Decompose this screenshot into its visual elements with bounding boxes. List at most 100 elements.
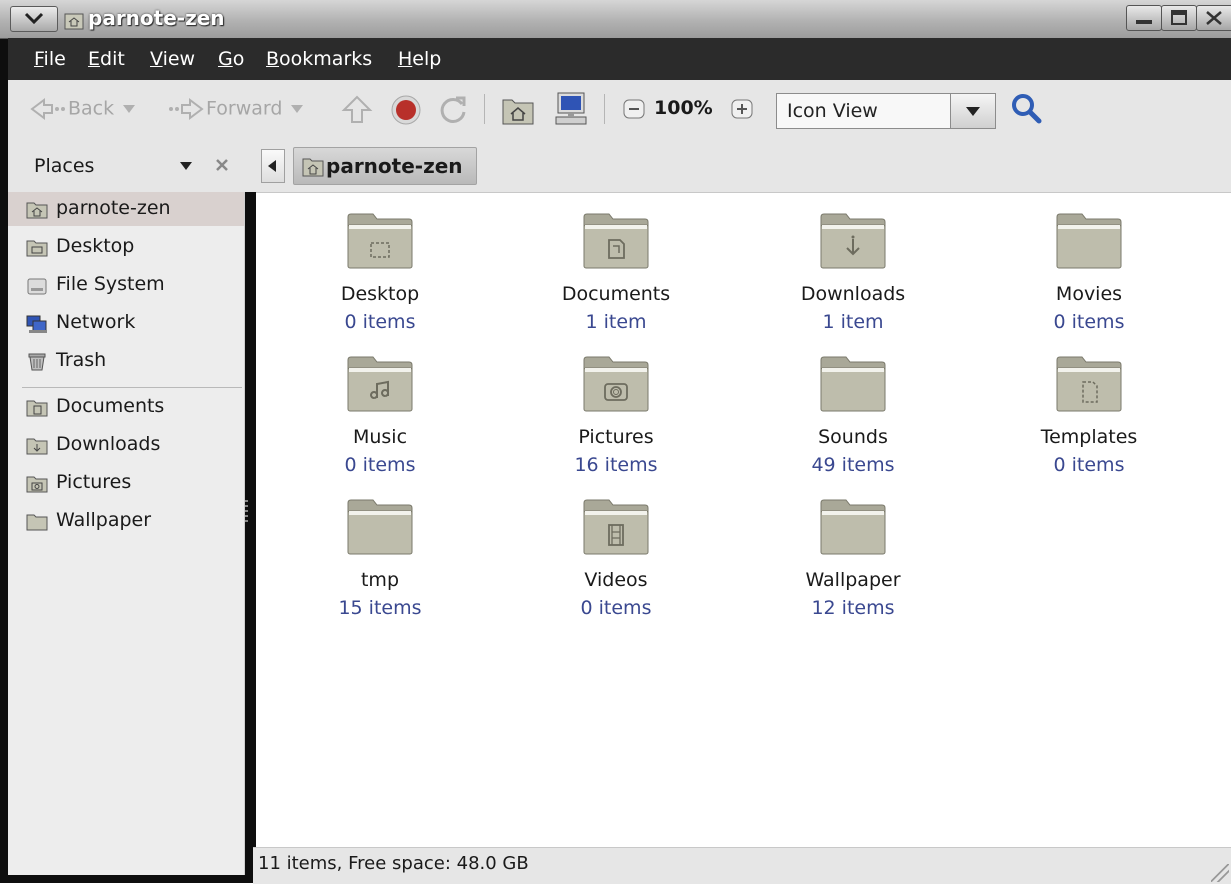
home-folder-icon	[26, 202, 48, 219]
sidebar-item-documents[interactable]: Documents	[8, 390, 244, 424]
search-icon	[1012, 94, 1042, 124]
sidebar-type-dropdown-icon[interactable]	[178, 160, 194, 172]
folder-item-videos[interactable]: Videos 0 items	[516, 479, 716, 619]
folder-item-documents[interactable]: Documents 1 item	[516, 193, 716, 333]
back-button[interactable]: Back	[28, 96, 138, 126]
close-button[interactable]	[1196, 5, 1231, 31]
folder-item-templates[interactable]: Templates 0 items	[989, 336, 1189, 476]
folder-item-count: 0 items	[1053, 311, 1125, 333]
reload-icon	[440, 96, 466, 123]
folder-icon	[583, 356, 649, 412]
folder-icon	[26, 514, 48, 531]
folder-item-count: 0 items	[580, 597, 652, 619]
trash-icon	[28, 353, 46, 371]
path-button-current[interactable]: parnote-zen	[293, 147, 477, 185]
menu-edit[interactable]: Edit	[88, 48, 125, 70]
maximize-icon	[1171, 10, 1187, 25]
sidebar-item-wallpaper[interactable]: Wallpaper	[8, 504, 244, 538]
folder-icon	[1056, 356, 1122, 412]
documents-folder-icon	[26, 400, 48, 417]
path-bar: parnote-zen	[253, 140, 1231, 192]
folder-item-count: 15 items	[338, 597, 422, 619]
folder-item-tmp[interactable]: tmp 15 items	[280, 479, 480, 619]
home-folder-icon	[64, 13, 84, 30]
folder-icon	[347, 499, 413, 555]
desktop-folder-icon	[26, 240, 48, 257]
folder-item-count: 0 items	[344, 311, 416, 333]
folder-icon	[347, 356, 413, 412]
menu-file[interactable]: File	[34, 48, 66, 70]
folder-name: Sounds	[818, 426, 888, 448]
sidebar-item-downloads[interactable]: Downloads	[8, 428, 244, 462]
folder-icon	[347, 213, 413, 269]
resize-grip[interactable]	[1211, 864, 1229, 882]
folder-name: Pictures	[578, 426, 654, 448]
sidebar-item-trash[interactable]: Trash	[8, 344, 244, 378]
folder-icon	[583, 213, 649, 269]
folder-item-downloads[interactable]: Downloads 1 item	[753, 193, 953, 333]
menu-view[interactable]: View	[150, 48, 195, 70]
up-arrow-icon	[341, 95, 373, 123]
folder-item-count: 16 items	[574, 454, 658, 476]
sidebar-title: Places	[34, 155, 95, 177]
folder-item-music[interactable]: Music 0 items	[280, 336, 480, 476]
menu-help[interactable]: Help	[398, 48, 441, 70]
forward-dropdown-icon[interactable]	[288, 103, 306, 115]
pictures-folder-icon	[26, 476, 48, 493]
zoom-level: 100%	[654, 97, 713, 119]
sidebar-item-pictures[interactable]: Pictures	[8, 466, 244, 500]
menu-bar: File Edit View Go Bookmarks Help	[8, 38, 1231, 80]
view-mode-dropdown[interactable]	[950, 94, 995, 128]
zoom-in-button[interactable]	[730, 96, 754, 127]
stop-icon	[391, 95, 421, 125]
sidebar-item-parnote-zen[interactable]: parnote-zen	[8, 192, 244, 226]
status-bar: 11 items, Free space: 48.0 GB	[253, 847, 1231, 884]
folder-item-count: 12 items	[811, 597, 895, 619]
folder-icon	[820, 213, 886, 269]
sidebar-resize-handle[interactable]	[245, 500, 248, 524]
forward-button[interactable]: Forward	[166, 96, 306, 126]
places-sidebar: parnote-zen Desktop File System Network …	[8, 192, 245, 875]
computer-button[interactable]	[552, 90, 590, 133]
window-menu-button[interactable]	[10, 6, 58, 32]
forward-arrow-icon	[169, 98, 204, 120]
up-button[interactable]	[340, 92, 374, 133]
menu-bookmarks[interactable]: Bookmarks	[266, 48, 372, 70]
toolbar-separator	[604, 94, 605, 124]
back-dropdown-icon[interactable]	[120, 103, 138, 115]
drive-icon	[27, 278, 47, 295]
folder-item-count: 0 items	[1053, 454, 1125, 476]
sidebar-item-file-system[interactable]: File System	[8, 268, 244, 302]
folder-name: Music	[352, 426, 408, 448]
sidebar-item-desktop[interactable]: Desktop	[8, 230, 244, 264]
folder-item-count: 1 item	[822, 311, 884, 333]
view-mode-select[interactable]: Icon View	[776, 93, 996, 129]
folder-item-pictures[interactable]: Pictures 16 items	[516, 336, 716, 476]
folder-name: Downloads	[800, 283, 906, 305]
path-scroll-left-button[interactable]	[261, 149, 285, 183]
title-bar[interactable]: parnote-zen	[0, 0, 1231, 39]
sidebar-item-network[interactable]: Network	[8, 306, 244, 340]
folder-item-count: 49 items	[811, 454, 895, 476]
search-button[interactable]	[1008, 90, 1044, 133]
close-icon	[1206, 11, 1222, 25]
folder-name: Videos	[584, 569, 648, 591]
folder-item-sounds[interactable]: Sounds 49 items	[753, 336, 953, 476]
reload-button[interactable]	[436, 92, 470, 133]
sidebar-divider	[22, 387, 242, 388]
stop-button[interactable]	[388, 92, 424, 133]
minimize-button[interactable]	[1126, 5, 1162, 31]
folder-name: Movies	[1055, 283, 1123, 305]
folder-item-movies[interactable]: Movies 0 items	[989, 193, 1189, 333]
folder-item-desktop[interactable]: Desktop 0 items	[280, 193, 480, 333]
close-sidebar-icon[interactable]	[214, 157, 230, 173]
chevron-down-icon	[966, 107, 980, 116]
menu-go[interactable]: Go	[218, 48, 244, 70]
file-manager-window: parnote-zen File Edit View Go Bookmarks …	[0, 0, 1231, 884]
maximize-button[interactable]	[1161, 5, 1197, 31]
folder-icon	[820, 499, 886, 555]
toolbar: Back Forward 100% Icon View	[8, 80, 1231, 141]
folder-item-wallpaper[interactable]: Wallpaper 12 items	[753, 479, 953, 619]
zoom-out-button[interactable]	[622, 96, 646, 127]
home-button[interactable]	[500, 92, 536, 133]
